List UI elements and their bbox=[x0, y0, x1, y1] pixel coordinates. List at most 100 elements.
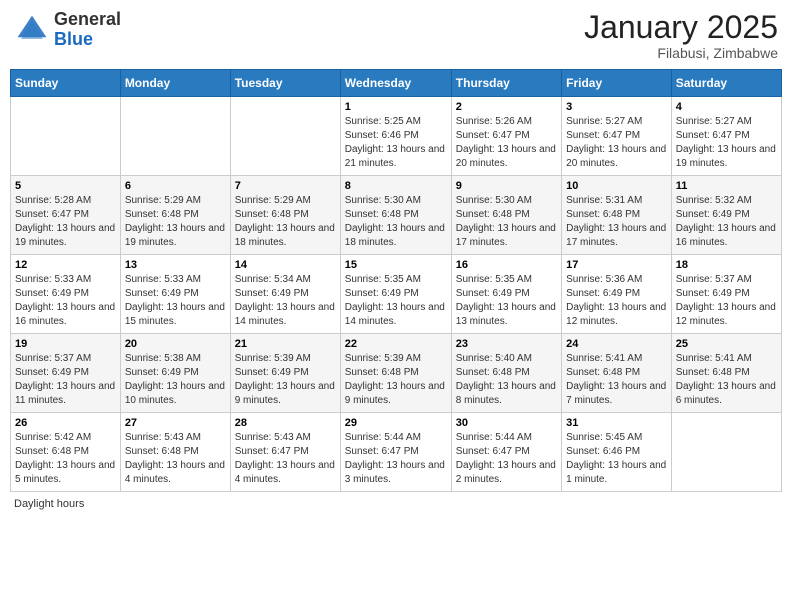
footer: Daylight hours bbox=[10, 498, 782, 510]
calendar-week-row: 1Sunrise: 5:25 AM Sunset: 6:46 PM Daylig… bbox=[11, 97, 782, 176]
calendar-cell: 4Sunrise: 5:27 AM Sunset: 6:47 PM Daylig… bbox=[671, 97, 781, 176]
day-number: 17 bbox=[566, 259, 667, 271]
day-number: 12 bbox=[15, 259, 116, 271]
day-info: Sunrise: 5:28 AM Sunset: 6:47 PM Dayligh… bbox=[15, 194, 116, 250]
calendar-cell: 23Sunrise: 5:40 AM Sunset: 6:48 PM Dayli… bbox=[451, 334, 561, 413]
calendar-week-row: 5 Sunrise: 5:28 AM Sunset: 6:47 PM Daylig… bbox=[11, 176, 782, 255]
calendar-week-row: 26 Sunrise: 5:42 AM Sunset: 6:48 PM Dayli… bbox=[11, 413, 782, 492]
calendar-cell: 1Sunrise: 5:25 AM Sunset: 6:46 PM Daylig… bbox=[340, 97, 451, 176]
day-info: Sunrise: 5:30 AM Sunset: 6:48 PM Dayligh… bbox=[345, 194, 447, 250]
calendar-cell: 30 Sunrise: 5:44 AM Sunset: 6:47 PM Dayli… bbox=[451, 413, 561, 492]
day-number: 26 bbox=[15, 417, 116, 429]
calendar-cell: 25Sunrise: 5:41 AM Sunset: 6:48 PM Dayli… bbox=[671, 334, 781, 413]
month-title: January 2025 bbox=[584, 10, 778, 45]
calendar-cell: 26 Sunrise: 5:42 AM Sunset: 6:48 PM Dayli… bbox=[11, 413, 121, 492]
day-number: 24 bbox=[566, 338, 667, 350]
daylight-label: Daylight hours bbox=[14, 498, 84, 510]
day-info: Sunrise: 5:38 AM Sunset: 6:49 PM Dayligh… bbox=[125, 352, 226, 408]
day-info: Sunrise: 5:29 AM Sunset: 6:48 PM Dayligh… bbox=[125, 194, 226, 250]
calendar-cell: 27 Sunrise: 5:43 AM Sunset: 6:48 PM Dayli… bbox=[120, 413, 230, 492]
day-info: Sunrise: 5:42 AM Sunset: 6:48 PM Dayligh… bbox=[15, 431, 116, 487]
day-number: 7 bbox=[235, 180, 336, 192]
calendar-cell: 2Sunrise: 5:26 AM Sunset: 6:47 PM Daylig… bbox=[451, 97, 561, 176]
calendar-day-header: Wednesday bbox=[340, 70, 451, 97]
calendar-cell: 5 Sunrise: 5:28 AM Sunset: 6:47 PM Daylig… bbox=[11, 176, 121, 255]
day-info: Sunrise: 5:44 AM Sunset: 6:47 PM Dayligh… bbox=[456, 431, 557, 487]
calendar-cell: 24 Sunrise: 5:41 AM Sunset: 6:48 PM Dayli… bbox=[562, 334, 672, 413]
calendar-cell: 28 Sunrise: 5:43 AM Sunset: 6:47 PM Dayli… bbox=[230, 413, 340, 492]
day-number: 30 bbox=[456, 417, 557, 429]
day-info: Sunrise: 5:43 AM Sunset: 6:48 PM Dayligh… bbox=[125, 431, 226, 487]
day-info: Sunrise: 5:37 AM Sunset: 6:49 PM Dayligh… bbox=[15, 352, 116, 408]
calendar-cell: 12 Sunrise: 5:33 AM Sunset: 6:49 PM Dayli… bbox=[11, 255, 121, 334]
day-info: Sunrise: 5:30 AM Sunset: 6:48 PM Dayligh… bbox=[456, 194, 557, 250]
logo-blue: Blue bbox=[54, 29, 93, 49]
day-info: Sunrise: 5:33 AM Sunset: 6:49 PM Dayligh… bbox=[125, 273, 226, 329]
calendar-cell: 8 Sunrise: 5:30 AM Sunset: 6:48 PM Daylig… bbox=[340, 176, 451, 255]
day-number: 15 bbox=[345, 259, 447, 271]
day-number: 1 bbox=[345, 101, 447, 113]
calendar-table: SundayMondayTuesdayWednesdayThursdayFrid… bbox=[10, 69, 782, 492]
calendar-cell: 13 Sunrise: 5:33 AM Sunset: 6:49 PM Dayli… bbox=[120, 255, 230, 334]
calendar-day-header: Sunday bbox=[11, 70, 121, 97]
day-number: 29 bbox=[345, 417, 447, 429]
calendar-cell: 21Sunrise: 5:39 AM Sunset: 6:49 PM Dayli… bbox=[230, 334, 340, 413]
calendar-cell: 15Sunrise: 5:35 AM Sunset: 6:49 PM Dayli… bbox=[340, 255, 451, 334]
day-number: 10 bbox=[566, 180, 667, 192]
day-number: 3 bbox=[566, 101, 667, 113]
day-number: 21 bbox=[235, 338, 336, 350]
logo-general: General bbox=[54, 9, 121, 29]
calendar-day-header: Saturday bbox=[671, 70, 781, 97]
day-number: 2 bbox=[456, 101, 557, 113]
calendar-cell: 31 Sunrise: 5:45 AM Sunset: 6:46 PM Dayli… bbox=[562, 413, 672, 492]
day-info: Sunrise: 5:45 AM Sunset: 6:46 PM Dayligh… bbox=[566, 431, 667, 487]
day-number: 4 bbox=[676, 101, 777, 113]
calendar-cell bbox=[11, 97, 121, 176]
calendar-header-row: SundayMondayTuesdayWednesdayThursdayFrid… bbox=[11, 70, 782, 97]
day-number: 9 bbox=[456, 180, 557, 192]
calendar-cell bbox=[671, 413, 781, 492]
calendar-day-header: Thursday bbox=[451, 70, 561, 97]
calendar-cell bbox=[230, 97, 340, 176]
calendar-cell: 19 Sunrise: 5:37 AM Sunset: 6:49 PM Dayli… bbox=[11, 334, 121, 413]
day-number: 13 bbox=[125, 259, 226, 271]
day-number: 22 bbox=[345, 338, 447, 350]
logo-icon bbox=[14, 12, 50, 48]
day-number: 20 bbox=[125, 338, 226, 350]
location-subtitle: Filabusi, Zimbabwe bbox=[584, 45, 778, 61]
day-number: 23 bbox=[456, 338, 557, 350]
day-info: Sunrise: 5:27 AM Sunset: 6:47 PM Dayligh… bbox=[566, 115, 667, 171]
calendar-week-row: 19 Sunrise: 5:37 AM Sunset: 6:49 PM Dayli… bbox=[11, 334, 782, 413]
day-info: Sunrise: 5:35 AM Sunset: 6:49 PM Dayligh… bbox=[456, 273, 557, 329]
day-info: Sunrise: 5:44 AM Sunset: 6:47 PM Dayligh… bbox=[345, 431, 447, 487]
calendar-cell: 7Sunrise: 5:29 AM Sunset: 6:48 PM Daylig… bbox=[230, 176, 340, 255]
day-number: 31 bbox=[566, 417, 667, 429]
calendar-cell bbox=[120, 97, 230, 176]
day-info: Sunrise: 5:34 AM Sunset: 6:49 PM Dayligh… bbox=[235, 273, 336, 329]
day-number: 27 bbox=[125, 417, 226, 429]
day-number: 19 bbox=[15, 338, 116, 350]
day-number: 14 bbox=[235, 259, 336, 271]
day-number: 11 bbox=[676, 180, 777, 192]
day-info: Sunrise: 5:36 AM Sunset: 6:49 PM Dayligh… bbox=[566, 273, 667, 329]
day-info: Sunrise: 5:37 AM Sunset: 6:49 PM Dayligh… bbox=[676, 273, 777, 329]
day-number: 8 bbox=[345, 180, 447, 192]
calendar-cell: 22Sunrise: 5:39 AM Sunset: 6:48 PM Dayli… bbox=[340, 334, 451, 413]
calendar-cell: 3 Sunrise: 5:27 AM Sunset: 6:47 PM Daylig… bbox=[562, 97, 672, 176]
calendar-cell: 18Sunrise: 5:37 AM Sunset: 6:49 PM Dayli… bbox=[671, 255, 781, 334]
day-info: Sunrise: 5:41 AM Sunset: 6:48 PM Dayligh… bbox=[566, 352, 667, 408]
day-number: 28 bbox=[235, 417, 336, 429]
calendar-cell: 6 Sunrise: 5:29 AM Sunset: 6:48 PM Daylig… bbox=[120, 176, 230, 255]
calendar-cell: 11Sunrise: 5:32 AM Sunset: 6:49 PM Dayli… bbox=[671, 176, 781, 255]
calendar-day-header: Friday bbox=[562, 70, 672, 97]
calendar-cell: 17 Sunrise: 5:36 AM Sunset: 6:49 PM Dayli… bbox=[562, 255, 672, 334]
calendar-cell: 10Sunrise: 5:31 AM Sunset: 6:48 PM Dayli… bbox=[562, 176, 672, 255]
day-info: Sunrise: 5:43 AM Sunset: 6:47 PM Dayligh… bbox=[235, 431, 336, 487]
title-block: January 2025 Filabusi, Zimbabwe bbox=[584, 10, 778, 61]
day-number: 5 bbox=[15, 180, 116, 192]
calendar-cell: 16Sunrise: 5:35 AM Sunset: 6:49 PM Dayli… bbox=[451, 255, 561, 334]
day-number: 6 bbox=[125, 180, 226, 192]
page-header: General Blue January 2025 Filabusi, Zimb… bbox=[10, 10, 782, 61]
day-info: Sunrise: 5:33 AM Sunset: 6:49 PM Dayligh… bbox=[15, 273, 116, 329]
calendar-day-header: Tuesday bbox=[230, 70, 340, 97]
